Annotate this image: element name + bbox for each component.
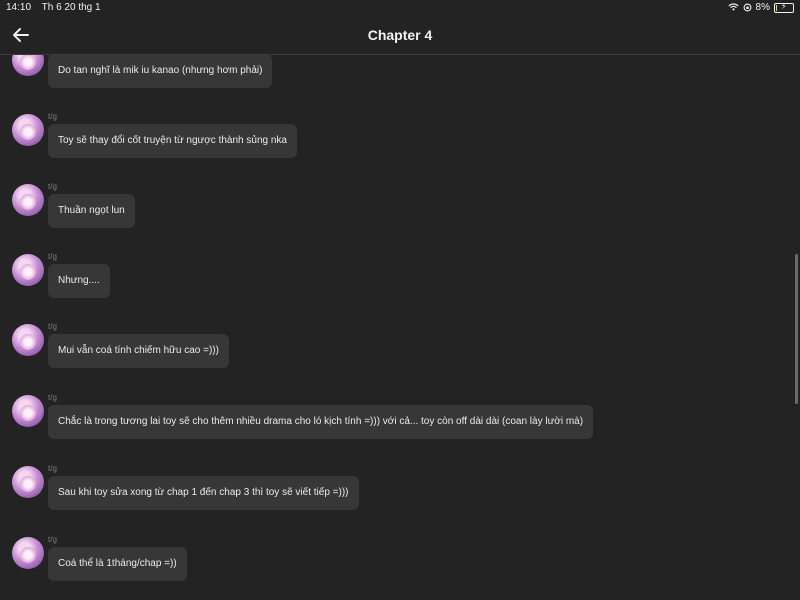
message-bubble: Nhưng....: [48, 264, 110, 298]
status-time: 14:10: [6, 2, 32, 13]
message-bubble: Mui vẫn coá tính chiếm hữu cao =))): [48, 334, 229, 368]
status-bar: 14:10 Th 6 20 thg 1 8% ⚡: [0, 0, 800, 16]
battery-icon: ⚡: [774, 2, 794, 13]
message-bubble: Sau khi toy sửa xong từ chap 1 đến chap …: [48, 476, 359, 510]
message-bubble: Toy sẽ thay đổi cốt truyện từ ngược thàn…: [48, 124, 297, 158]
avatar[interactable]: [12, 466, 44, 498]
chat-list[interactable]: Do tan nghĩ là mik iu kanao (nhưng hơm p…: [0, 54, 800, 600]
author-name: t/g: [48, 112, 57, 121]
status-right: 8% ⚡: [728, 2, 794, 13]
avatar[interactable]: [12, 254, 44, 286]
avatar[interactable]: [12, 114, 44, 146]
avatar[interactable]: [12, 184, 44, 216]
avatar[interactable]: [12, 54, 44, 76]
author-name: t/g: [48, 393, 57, 402]
author-name: t/g: [48, 464, 57, 473]
battery-percent: 8%: [755, 2, 770, 13]
scrollbar[interactable]: [795, 254, 798, 404]
wifi-icon: [728, 3, 739, 11]
page-title: Chapter 4: [367, 27, 433, 43]
header: Chapter 4: [0, 16, 800, 55]
status-left: 14:10 Th 6 20 thg 1: [6, 2, 109, 13]
status-date: Th 6 20 thg 1: [41, 2, 101, 13]
message-bubble: Coá thể là 1tháng/chap =)): [48, 547, 187, 581]
orientation-lock-icon: [743, 3, 752, 12]
message-bubble: Do tan nghĩ là mik iu kanao (nhưng hơm p…: [48, 54, 273, 88]
avatar[interactable]: [12, 395, 44, 427]
author-name: t/g: [48, 182, 57, 191]
author-name: t/g: [48, 535, 57, 544]
message-bubble: Thuần ngọt lun: [48, 194, 135, 228]
avatar[interactable]: [12, 537, 44, 569]
author-name: t/g: [48, 252, 57, 261]
author-name: t/g: [48, 322, 57, 331]
avatar[interactable]: [12, 324, 44, 356]
message-bubble: Chắc là trong tương lai toy sẽ cho thêm …: [48, 405, 594, 439]
